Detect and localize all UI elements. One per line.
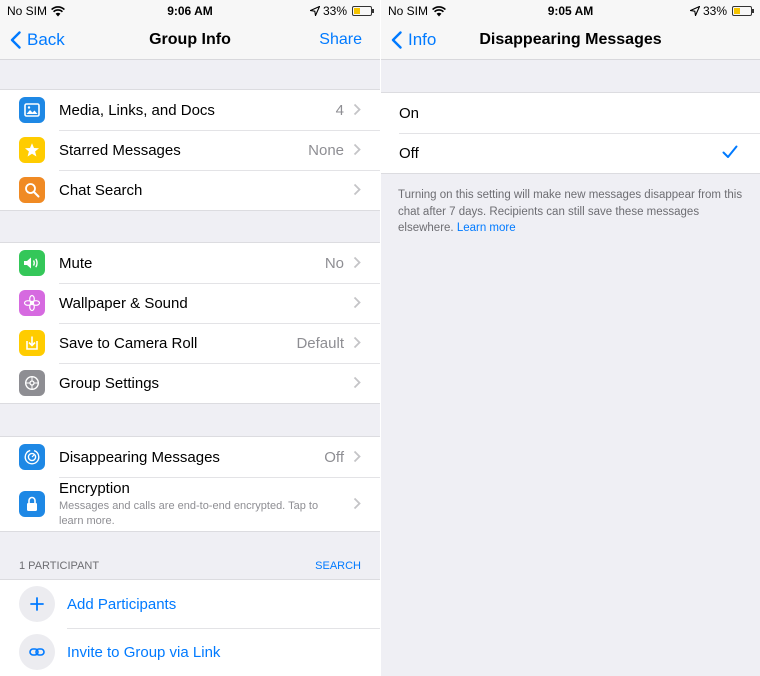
status-bar: No SIM 9:05 AM 33% <box>381 0 760 22</box>
battery-percent: 33% <box>322 4 347 18</box>
option-label: Off <box>399 144 419 162</box>
page-title: Disappearing Messages <box>479 31 662 48</box>
settings-section: Mute No Wallpaper & Sound Save to Camera… <box>0 242 380 404</box>
starred-messages-row[interactable]: Starred Messages None <box>0 130 380 170</box>
row-label: Save to Camera Roll <box>59 334 198 352</box>
option-on[interactable]: On <box>381 93 760 133</box>
learn-more-link[interactable]: Learn more <box>457 222 516 234</box>
chevron-right-icon <box>353 143 361 156</box>
link-icon <box>19 634 55 670</box>
checkmark-icon <box>722 145 738 158</box>
row-label: Mute <box>59 254 93 272</box>
star-icon <box>19 137 45 163</box>
location-icon <box>309 6 320 16</box>
battery-icon <box>352 6 374 16</box>
navigation-bar: Info Disappearing Messages <box>381 22 760 60</box>
chevron-right-icon <box>353 103 361 116</box>
row-label: Encryption <box>59 480 130 497</box>
mute-row[interactable]: Mute No <box>0 243 380 283</box>
search-icon <box>19 177 45 203</box>
location-icon <box>689 6 700 16</box>
chevron-right-icon <box>353 256 361 269</box>
group-info-screen: No SIM 9:06 AM 33% Back Group Info Share… <box>0 0 380 676</box>
row-label: Media, Links, and Docs <box>59 101 215 119</box>
chevron-right-icon <box>353 296 361 309</box>
row-label: Wallpaper & Sound <box>59 294 188 312</box>
chat-search-row[interactable]: Chat Search <box>0 170 380 210</box>
row-label: Chat Search <box>59 181 143 199</box>
timer-icon <box>19 444 45 470</box>
speaker-icon <box>19 250 45 276</box>
wallpaper-sound-row[interactable]: Wallpaper & Sound <box>0 283 380 323</box>
disappearing-value: Off <box>324 448 344 466</box>
disappearing-messages-row[interactable]: Disappearing Messages Off <box>0 437 380 477</box>
media-links-docs-row[interactable]: Media, Links, and Docs 4 <box>0 90 380 130</box>
save-camera-roll-row[interactable]: Save to Camera Roll Default <box>0 323 380 363</box>
privacy-section: Disappearing Messages Off Encryption Mes… <box>0 436 380 532</box>
chevron-right-icon <box>353 497 361 510</box>
options-list: On Off <box>381 92 760 174</box>
participant-search-button[interactable]: SEARCH <box>315 560 361 572</box>
footnote-text: Turning on this setting will make new me… <box>398 189 743 234</box>
option-off[interactable]: Off <box>381 133 760 173</box>
chevron-right-icon <box>353 336 361 349</box>
row-label: Disappearing Messages <box>59 448 220 466</box>
download-icon <box>19 330 45 356</box>
gear-icon <box>19 370 45 396</box>
battery-percent: 33% <box>702 4 727 18</box>
share-button[interactable]: Share <box>319 31 362 49</box>
invite-via-link-button[interactable]: Invite to Group via Link <box>0 628 380 676</box>
add-participants-button[interactable]: Add Participants <box>0 580 380 628</box>
row-label: Group Settings <box>59 374 160 392</box>
chevron-right-icon <box>353 183 361 196</box>
disappearing-messages-screen: No SIM 9:05 AM 33% Info Disappearing Mes… <box>381 0 760 676</box>
status-bar: No SIM 9:06 AM 33% <box>0 0 380 22</box>
participants-section: Add Participants Invite to Group via Lin… <box>0 579 380 676</box>
lock-icon <box>19 491 45 517</box>
photo-icon <box>19 97 45 123</box>
chevron-right-icon <box>353 450 361 463</box>
camera-roll-value: Default <box>296 334 344 352</box>
battery-icon <box>732 6 754 16</box>
row-label: Starred Messages <box>59 141 181 159</box>
navigation-bar: Back Group Info Share <box>0 22 380 60</box>
mute-value: No <box>324 254 344 272</box>
participant-count: 1 PARTICIPANT <box>19 560 100 572</box>
participants-header: 1 PARTICIPANT SEARCH <box>19 560 361 572</box>
encryption-description: Messages and calls are end-to-end encryp… <box>59 500 319 527</box>
encryption-row[interactable]: Encryption Messages and calls are end-to… <box>0 477 380 531</box>
flower-icon <box>19 290 45 316</box>
plus-icon <box>19 586 55 622</box>
add-participants-label: Add Participants <box>67 595 177 613</box>
media-count: 4 <box>335 101 344 119</box>
option-label: On <box>399 104 420 122</box>
group-settings-row[interactable]: Group Settings <box>0 363 380 403</box>
chevron-right-icon <box>353 376 361 389</box>
starred-value: None <box>308 141 344 159</box>
invite-link-label: Invite to Group via Link <box>67 643 221 661</box>
footnote: Turning on this setting will make new me… <box>398 187 744 237</box>
media-section: Media, Links, and Docs 4 Starred Message… <box>0 89 380 211</box>
